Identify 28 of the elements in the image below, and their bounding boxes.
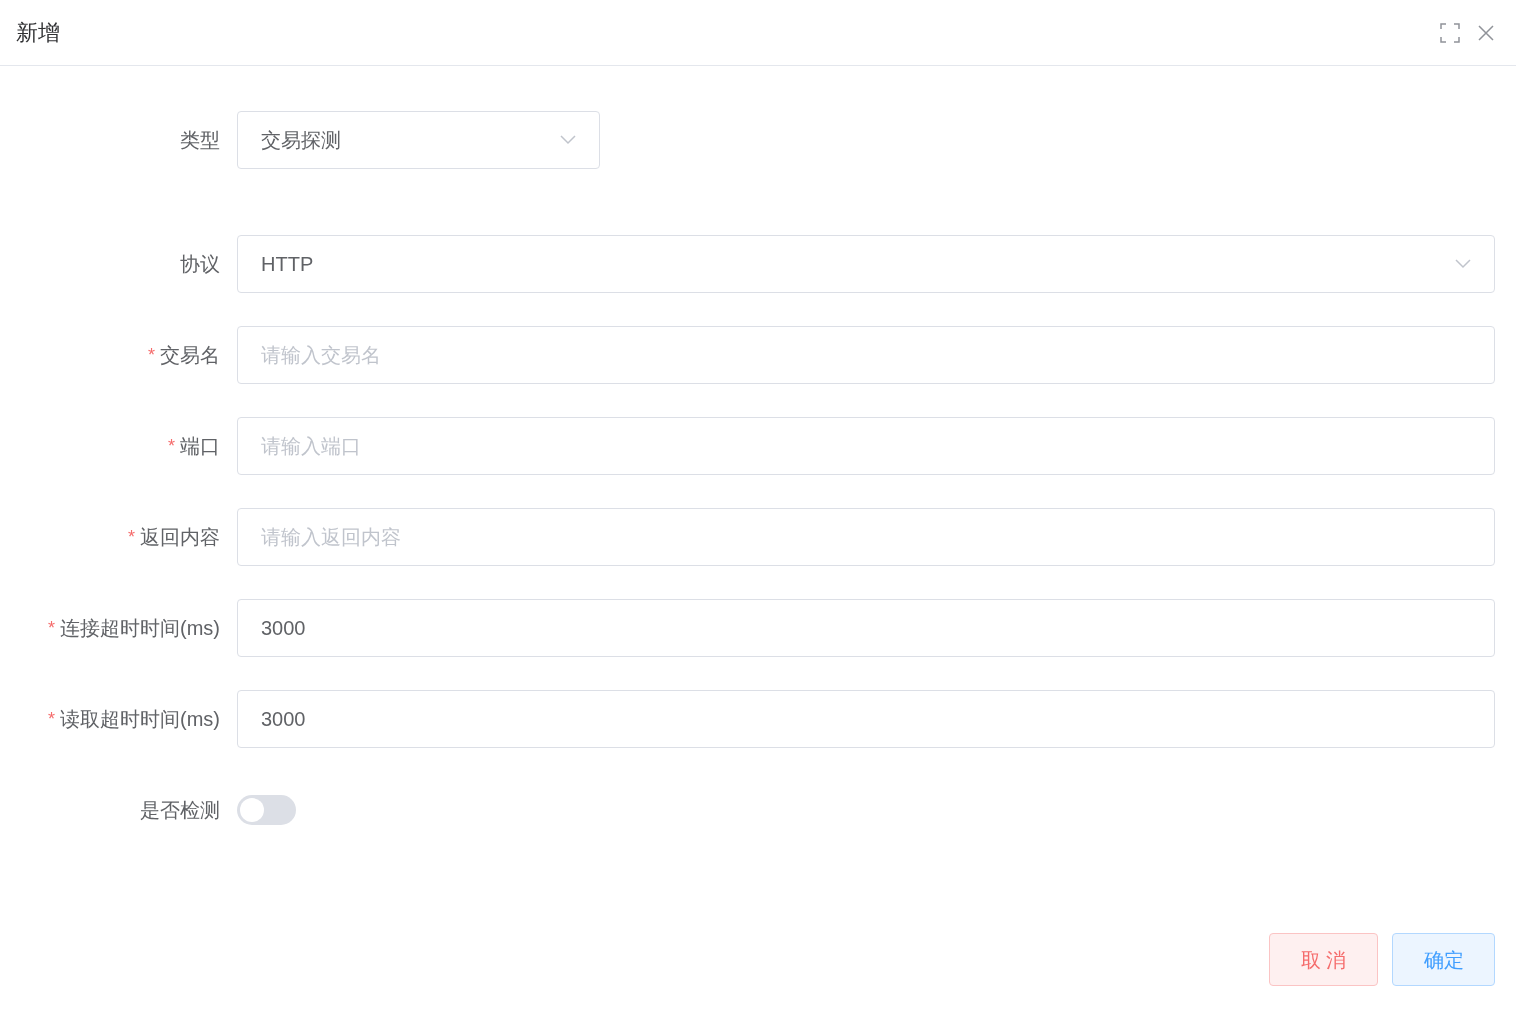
field-label: 读取超时时间(ms): [60, 707, 220, 732]
select-value: 交易探测: [261, 128, 341, 153]
select-field[interactable]: HTTP: [237, 235, 1495, 293]
required-mark: *: [148, 343, 155, 367]
chevron-down-icon: [1455, 259, 1471, 269]
required-mark: *: [168, 434, 175, 458]
close-icon[interactable]: [1478, 24, 1494, 41]
input-field[interactable]: 请输入端口: [237, 417, 1495, 475]
chevron-down-icon: [560, 135, 576, 145]
input-field[interactable]: 请输入交易名: [237, 326, 1495, 384]
required-mark: *: [48, 707, 55, 731]
input-field[interactable]: 3000: [237, 599, 1495, 657]
select-field[interactable]: 交易探测: [237, 111, 600, 169]
input-field[interactable]: 3000: [237, 690, 1495, 748]
field-label: 端口: [180, 434, 220, 459]
field-label: 协议: [180, 252, 220, 277]
dialog-title: 新增: [16, 19, 60, 47]
fullscreen-icon[interactable]: [1440, 22, 1460, 43]
required-mark: *: [128, 525, 135, 549]
toggle-switch[interactable]: [237, 795, 296, 825]
input-field[interactable]: 请输入返回内容: [237, 508, 1495, 566]
required-mark: *: [48, 616, 55, 640]
field-label: 是否检测: [140, 798, 220, 823]
select-value: HTTP: [261, 252, 314, 277]
field-label: 交易名: [160, 343, 220, 368]
field-label: 返回内容: [140, 525, 220, 550]
field-label: 类型: [180, 128, 220, 153]
field-label: 连接超时时间(ms): [60, 616, 220, 641]
